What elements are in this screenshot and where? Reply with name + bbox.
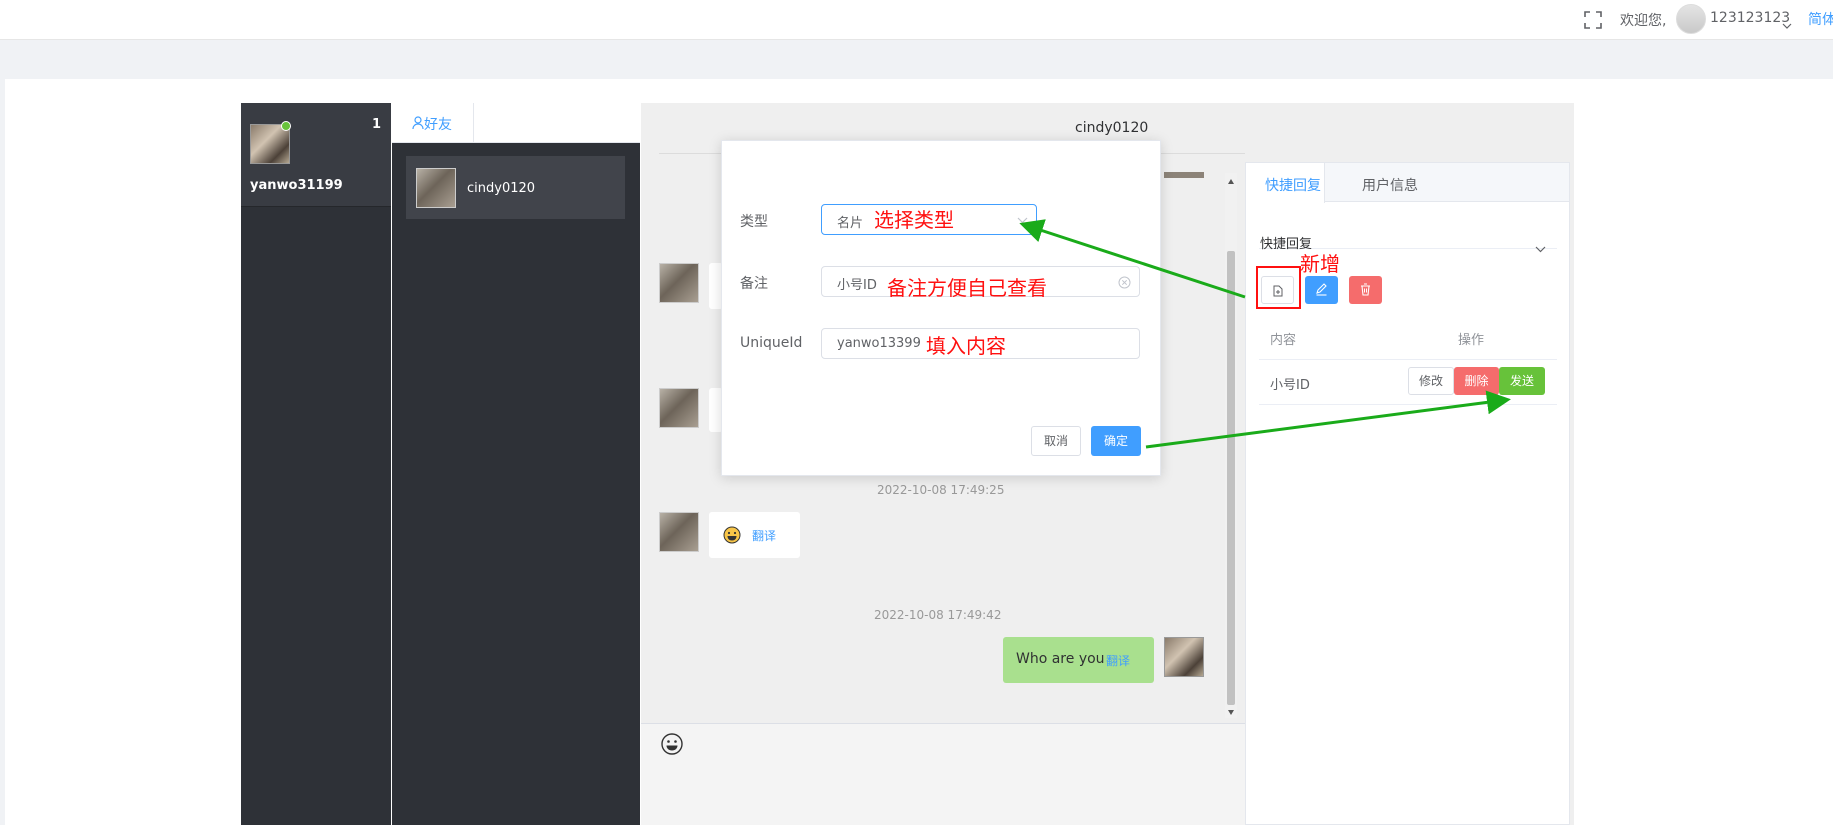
arrow-to-type-select xyxy=(1019,219,1246,299)
arrow-to-send-button xyxy=(1145,390,1511,449)
annotation-arrows xyxy=(1019,219,1511,449)
